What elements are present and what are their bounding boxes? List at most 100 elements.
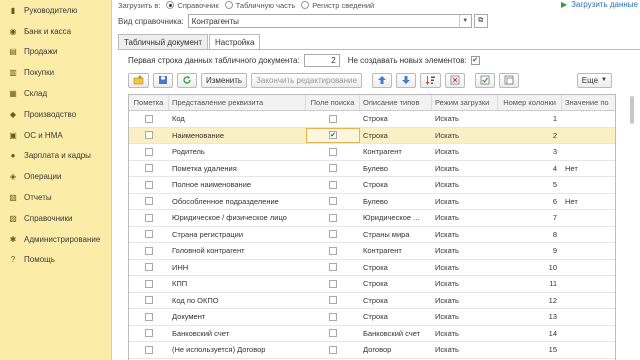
mark-cell[interactable] [129, 260, 169, 276]
default-value-cell[interactable]: Нет [562, 194, 615, 210]
load-mode-cell[interactable]: Искать [432, 161, 498, 177]
table-row[interactable]: (Не используется) Договор Договор Искать 15 [129, 342, 615, 359]
sidebar-item[interactable]: ● Зарплата и кадры [0, 146, 111, 167]
table-row[interactable]: Юридическое / физическое лицо Юридическое… [129, 210, 615, 227]
default-value-cell[interactable] [562, 342, 615, 358]
default-value-cell[interactable] [562, 326, 615, 342]
sidebar-item[interactable]: ▮ Руководителю [0, 0, 111, 21]
table-row[interactable]: ИНН Строка Искать 10 [129, 260, 615, 276]
search-field-cell[interactable] [306, 276, 360, 292]
mark-checkbox[interactable] [145, 147, 153, 156]
finish-edit-button[interactable]: Закончить редактирование [251, 72, 362, 88]
mark-checkbox[interactable] [145, 312, 153, 321]
search-field-cell[interactable] [306, 210, 360, 226]
table-row[interactable]: Код Строка Искать 1 [129, 111, 615, 128]
search-field-cell[interactable] [306, 194, 360, 210]
table-row[interactable]: Полное наименование Строка Искать 5 [129, 177, 615, 194]
mark-cell[interactable] [129, 293, 169, 309]
col-mark[interactable]: Пометка [129, 95, 169, 110]
sidebar-item[interactable]: ▧ Отчеты [0, 187, 111, 208]
default-value-cell[interactable] [562, 128, 615, 144]
column-number-cell[interactable]: 1 [498, 111, 562, 127]
sidebar-item[interactable]: ▤ Продажи [0, 42, 111, 63]
mark-cell[interactable] [129, 276, 169, 292]
more-menu-button[interactable]: Еще ▼ [576, 72, 612, 88]
sidebar-item[interactable]: ✱ Администрирование [0, 229, 111, 250]
mark-checkbox[interactable] [145, 197, 153, 206]
table-scrollbar[interactable] [630, 96, 634, 124]
table-row[interactable]: Наименование ✔ Строка Искать 2 [129, 127, 615, 144]
move-down-button[interactable] [395, 72, 416, 88]
mark-checkbox[interactable] [145, 114, 153, 123]
search-field-checkbox[interactable] [329, 345, 337, 354]
sidebar-item[interactable]: ◈ Операции [0, 166, 111, 187]
search-field-cell[interactable] [306, 144, 360, 160]
mark-checkbox[interactable] [145, 329, 153, 338]
sidebar-item[interactable]: ▣ ОС и НМА [0, 125, 111, 146]
sidebar-item[interactable]: ◉ Банк и касса [0, 21, 111, 42]
mark-cell[interactable] [129, 210, 169, 226]
mark-cell[interactable] [129, 194, 169, 210]
mark-cell[interactable] [129, 326, 169, 342]
default-value-cell[interactable] [562, 177, 615, 193]
search-field-cell[interactable] [306, 326, 360, 342]
search-field-checkbox[interactable] [329, 279, 337, 288]
default-value-cell[interactable] [562, 227, 615, 243]
search-field-cell[interactable]: ✔ [306, 127, 360, 143]
mark-cell[interactable] [129, 243, 169, 259]
column-number-cell[interactable]: 15 [498, 342, 562, 358]
load-mode-cell[interactable]: Искать [432, 276, 498, 292]
change-button[interactable]: Изменить [201, 72, 248, 88]
open-reference-button[interactable]: ⧉ [473, 14, 488, 28]
column-number-cell[interactable]: 8 [498, 227, 562, 243]
search-field-checkbox[interactable] [329, 213, 337, 222]
default-value-cell[interactable] [562, 260, 615, 276]
search-field-checkbox[interactable] [329, 230, 337, 239]
mark-checkbox[interactable] [145, 131, 153, 140]
column-number-cell[interactable]: 3 [498, 144, 562, 160]
default-value-cell[interactable] [562, 111, 615, 127]
default-value-cell[interactable] [562, 210, 615, 226]
radio-table-part[interactable]: Табличную часть [224, 1, 295, 10]
radio-directory[interactable]: Справочник [166, 1, 219, 10]
mark-checkbox[interactable] [145, 246, 153, 255]
column-number-cell[interactable]: 12 [498, 293, 562, 309]
search-field-checkbox[interactable] [329, 312, 337, 321]
col-search-field[interactable]: Поле поиска [306, 95, 360, 110]
col-column-number[interactable]: Номер колонки [498, 95, 562, 110]
column-number-cell[interactable]: 14 [498, 326, 562, 342]
column-number-cell[interactable]: 10 [498, 260, 562, 276]
load-mode-cell[interactable]: Искать [432, 194, 498, 210]
column-number-cell[interactable]: 7 [498, 210, 562, 226]
default-value-cell[interactable] [562, 243, 615, 259]
search-field-checkbox[interactable] [329, 180, 337, 189]
search-field-checkbox[interactable] [329, 114, 337, 123]
sidebar-item[interactable]: ? Помощь [0, 250, 111, 271]
mark-checkbox[interactable] [145, 230, 153, 239]
table-row[interactable]: Родитель Контрагент Искать 3 [129, 144, 615, 161]
mark-checkbox[interactable] [145, 164, 153, 173]
mark-cell[interactable] [129, 309, 169, 325]
search-field-cell[interactable] [306, 260, 360, 276]
table-row[interactable]: Документ Строка Искать 13 [129, 309, 615, 326]
column-number-cell[interactable]: 4 [498, 161, 562, 177]
mark-checkbox[interactable] [145, 345, 153, 354]
search-field-cell[interactable] [306, 342, 360, 358]
mark-checkbox[interactable] [145, 263, 153, 272]
search-field-cell[interactable] [306, 161, 360, 177]
no-create-checkbox[interactable]: ✔ [470, 55, 480, 65]
column-number-cell[interactable]: 11 [498, 276, 562, 292]
sidebar-item[interactable]: ◆ Производство [0, 104, 111, 125]
default-value-cell[interactable] [562, 276, 615, 292]
mark-cell[interactable] [129, 144, 169, 160]
search-field-cell[interactable] [306, 111, 360, 127]
load-mode-cell[interactable]: Искать [432, 111, 498, 127]
table-row[interactable]: Страна регистрации Страны мира Искать 8 [129, 227, 615, 243]
column-number-cell[interactable]: 2 [498, 128, 562, 144]
tab-settings[interactable]: Настройка [209, 34, 261, 50]
col-attribute[interactable]: Представление реквизита [169, 95, 306, 110]
search-field-checkbox[interactable] [329, 246, 337, 255]
mark-cell[interactable] [129, 111, 169, 127]
load-mode-cell[interactable]: Искать [432, 177, 498, 193]
add-button[interactable] [128, 72, 149, 88]
